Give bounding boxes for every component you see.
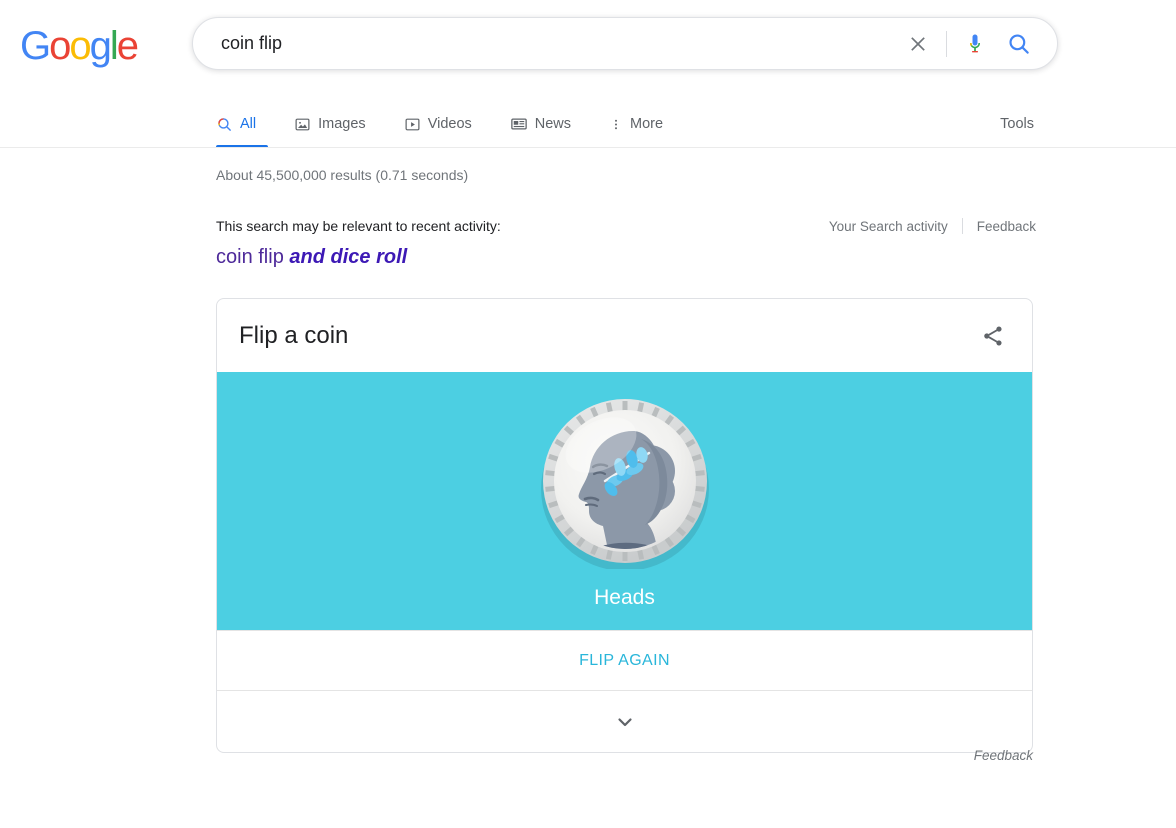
share-icon xyxy=(984,325,1002,346)
search-submit-button[interactable] xyxy=(997,22,1041,66)
result-stats: About 45,500,000 results (0.71 seconds) xyxy=(216,167,469,183)
search-actions xyxy=(896,22,1057,66)
clear-search-button[interactable] xyxy=(896,22,940,66)
news-icon xyxy=(511,118,527,130)
activity-query-bold: and dice roll xyxy=(289,246,408,268)
tab-more-label: More xyxy=(630,116,664,132)
tab-news-label: News xyxy=(534,116,572,132)
search-icon xyxy=(218,117,231,131)
your-search-activity-link[interactable]: Your Search activity xyxy=(829,219,948,234)
search-tabs-bar: All Images Videos News More Tools xyxy=(0,100,1176,148)
tab-videos[interactable]: Videos xyxy=(404,100,488,148)
logo-letter-o1: o xyxy=(49,24,71,68)
tools-button[interactable]: Tools xyxy=(1000,100,1034,148)
logo-letter-g1: G xyxy=(20,24,51,68)
coin-stage: Heads xyxy=(217,372,1032,630)
logo-letter-g2: g xyxy=(89,24,112,68)
google-logo[interactable]: Google xyxy=(20,24,139,68)
search-icon xyxy=(1009,33,1029,54)
flip-again-button[interactable]: FLIP AGAIN xyxy=(579,652,670,670)
activity-query-plain: coin flip xyxy=(216,246,290,268)
expand-card-button[interactable] xyxy=(217,690,1032,752)
page-header: Google coin flip All Images Videos News … xyxy=(0,0,1176,148)
tab-more[interactable]: More xyxy=(609,100,679,148)
tab-images[interactable]: Images xyxy=(294,100,382,148)
google-search-results-page: Google coin flip All Images Videos News … xyxy=(0,0,1176,828)
tab-videos-label: Videos xyxy=(427,116,472,132)
coin-result-label: Heads xyxy=(594,586,655,609)
coin-heads-icon xyxy=(540,399,709,571)
tab-images-label: Images xyxy=(318,116,366,132)
card-feedback: Feedback xyxy=(216,748,1033,763)
chevron-down-icon xyxy=(617,717,632,726)
image-icon xyxy=(295,118,310,130)
share-button[interactable] xyxy=(976,319,1010,353)
video-icon xyxy=(405,118,420,130)
card-feedback-link[interactable]: Feedback xyxy=(974,748,1033,763)
flip-again-row[interactable]: FLIP AGAIN xyxy=(217,630,1032,690)
voice-search-button[interactable] xyxy=(953,22,997,66)
coin-graphic xyxy=(537,393,713,571)
recent-activity-block: This search may be relevant to recent ac… xyxy=(216,216,1036,270)
search-input[interactable] xyxy=(193,18,896,69)
activity-links: Your Search activity Feedback xyxy=(829,218,1036,234)
tab-news[interactable]: News xyxy=(510,100,587,148)
links-divider xyxy=(961,218,963,234)
microphone-icon xyxy=(970,34,980,52)
logo-letter-l: l xyxy=(109,24,119,68)
activity-query-link[interactable]: coin flip and dice roll xyxy=(216,244,1036,270)
close-icon xyxy=(911,36,925,51)
more-vert-icon xyxy=(615,119,618,129)
card-title: Flip a coin xyxy=(239,321,349,349)
tab-all[interactable]: All xyxy=(216,100,272,148)
search-divider xyxy=(946,30,947,57)
logo-letter-o2: o xyxy=(69,24,91,68)
coin-flip-card: Flip a coin Heads FLIP AGAIN xyxy=(216,298,1033,753)
search-tabs: All Images Videos News More xyxy=(216,100,701,148)
coin-card-header: Flip a coin xyxy=(217,299,1032,372)
search-box[interactable] xyxy=(192,17,1058,70)
header-bottom-border xyxy=(0,147,1176,148)
activity-feedback-link[interactable]: Feedback xyxy=(977,219,1036,234)
logo-letter-e: e xyxy=(116,24,139,68)
tab-all-label: All xyxy=(240,116,257,132)
